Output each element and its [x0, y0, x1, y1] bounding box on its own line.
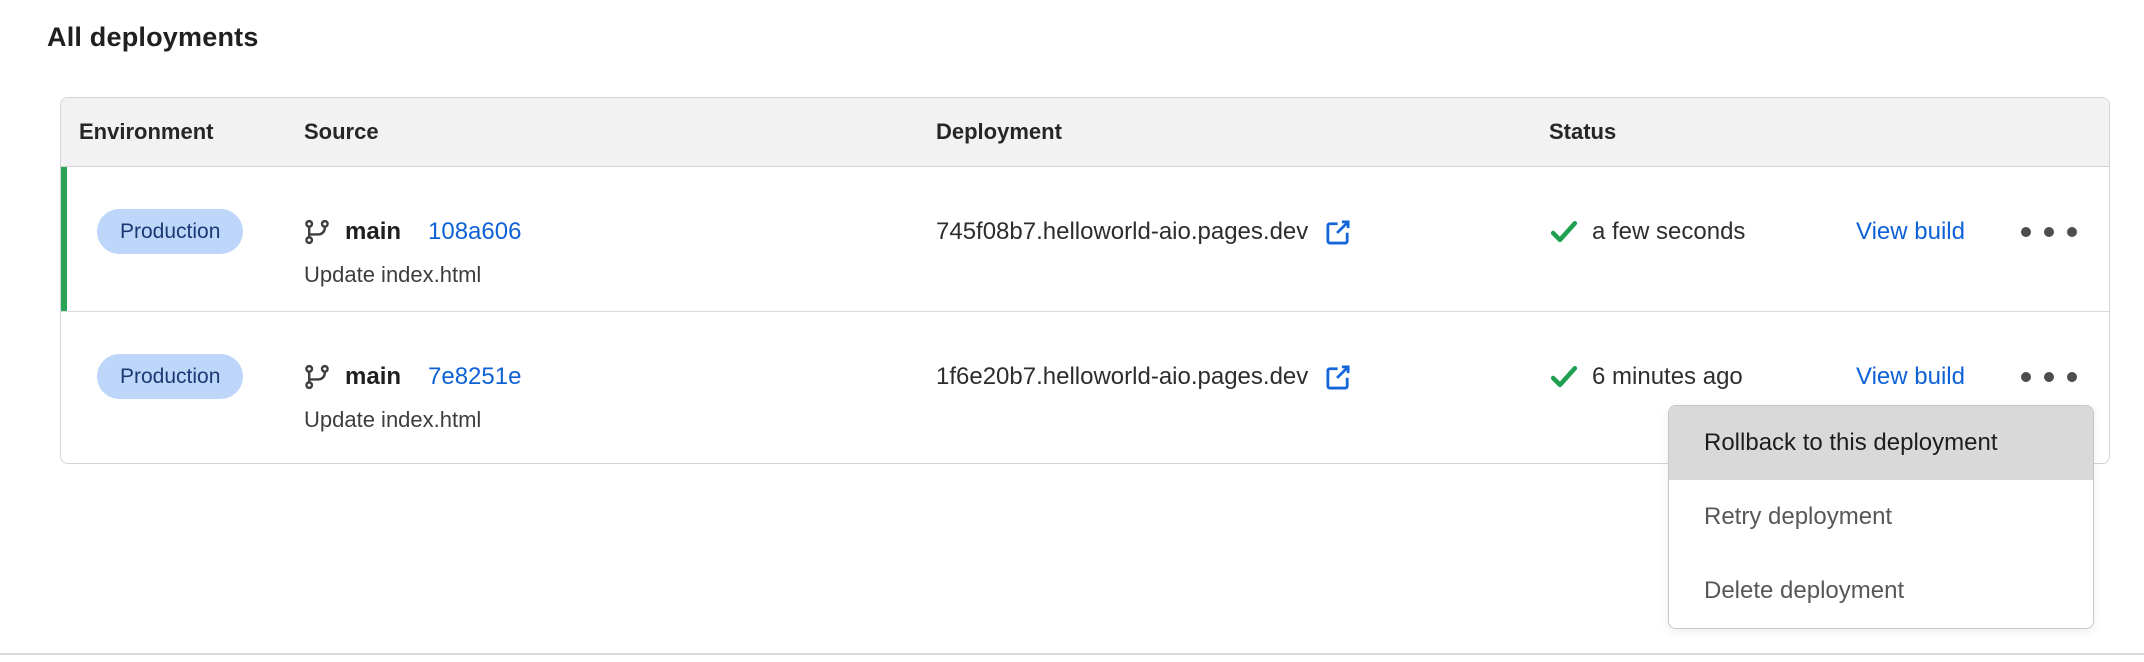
section-divider [0, 653, 2144, 655]
deployment-url: 1f6e20b7.helloworld-aio.pages.dev [936, 363, 1308, 391]
commit-hash-link[interactable]: 7e8251e [428, 363, 521, 391]
git-branch-icon [304, 219, 330, 245]
external-link-icon[interactable] [1323, 362, 1353, 392]
environment-badge: Production [97, 209, 243, 254]
ellipsis-icon [2021, 227, 2031, 237]
col-header-status: Status [1531, 119, 2109, 145]
cell-environment: Production [61, 312, 286, 463]
deployment-url: 745f08b7.helloworld-aio.pages.dev [936, 218, 1308, 246]
col-header-deployment: Deployment [936, 119, 1531, 145]
environment-badge: Production [97, 354, 243, 399]
external-link-icon[interactable] [1323, 217, 1353, 247]
success-check-icon [1549, 363, 1579, 391]
commit-message: Update index.html [304, 261, 936, 289]
ellipsis-icon [2021, 372, 2031, 382]
cell-source: main 7e8251e Update index.html [286, 312, 936, 463]
cell-source: main 108a606 Update index.html [286, 167, 936, 311]
success-check-icon [1549, 218, 1579, 246]
col-header-environment: Environment [61, 119, 286, 145]
cell-deployment: 745f08b7.helloworld-aio.pages.dev [936, 167, 1531, 311]
git-branch-icon [304, 364, 330, 390]
status-time: a few seconds [1592, 218, 1745, 246]
deployment-row-current: Production main 108a606 Update index.htm… [61, 167, 2109, 311]
menu-item-rollback[interactable]: Rollback to this deployment [1669, 406, 2093, 480]
menu-item-delete[interactable]: Delete deployment [1669, 554, 2093, 628]
deployment-actions-menu: Rollback to this deployment Retry deploy… [1668, 405, 2094, 629]
table-header-row: Environment Source Deployment Status [61, 98, 2109, 167]
commit-hash-link[interactable]: 108a606 [428, 218, 521, 246]
cell-deployment: 1f6e20b7.helloworld-aio.pages.dev [936, 312, 1531, 463]
row-actions-menu-button[interactable] [2019, 366, 2079, 388]
col-header-source: Source [286, 119, 936, 145]
current-deployment-indicator [61, 167, 67, 311]
cell-status: a few seconds View build [1531, 167, 2109, 311]
page-title: All deployments [47, 22, 259, 53]
status-time: 6 minutes ago [1592, 363, 1743, 391]
cell-environment: Production [61, 167, 286, 311]
branch-name: main [345, 363, 401, 391]
row-actions-menu-button[interactable] [2019, 221, 2079, 243]
branch-name: main [345, 218, 401, 246]
view-build-link[interactable]: View build [1856, 363, 1965, 391]
view-build-link[interactable]: View build [1856, 218, 1965, 246]
commit-message: Update index.html [304, 406, 936, 434]
menu-item-retry[interactable]: Retry deployment [1669, 480, 2093, 554]
